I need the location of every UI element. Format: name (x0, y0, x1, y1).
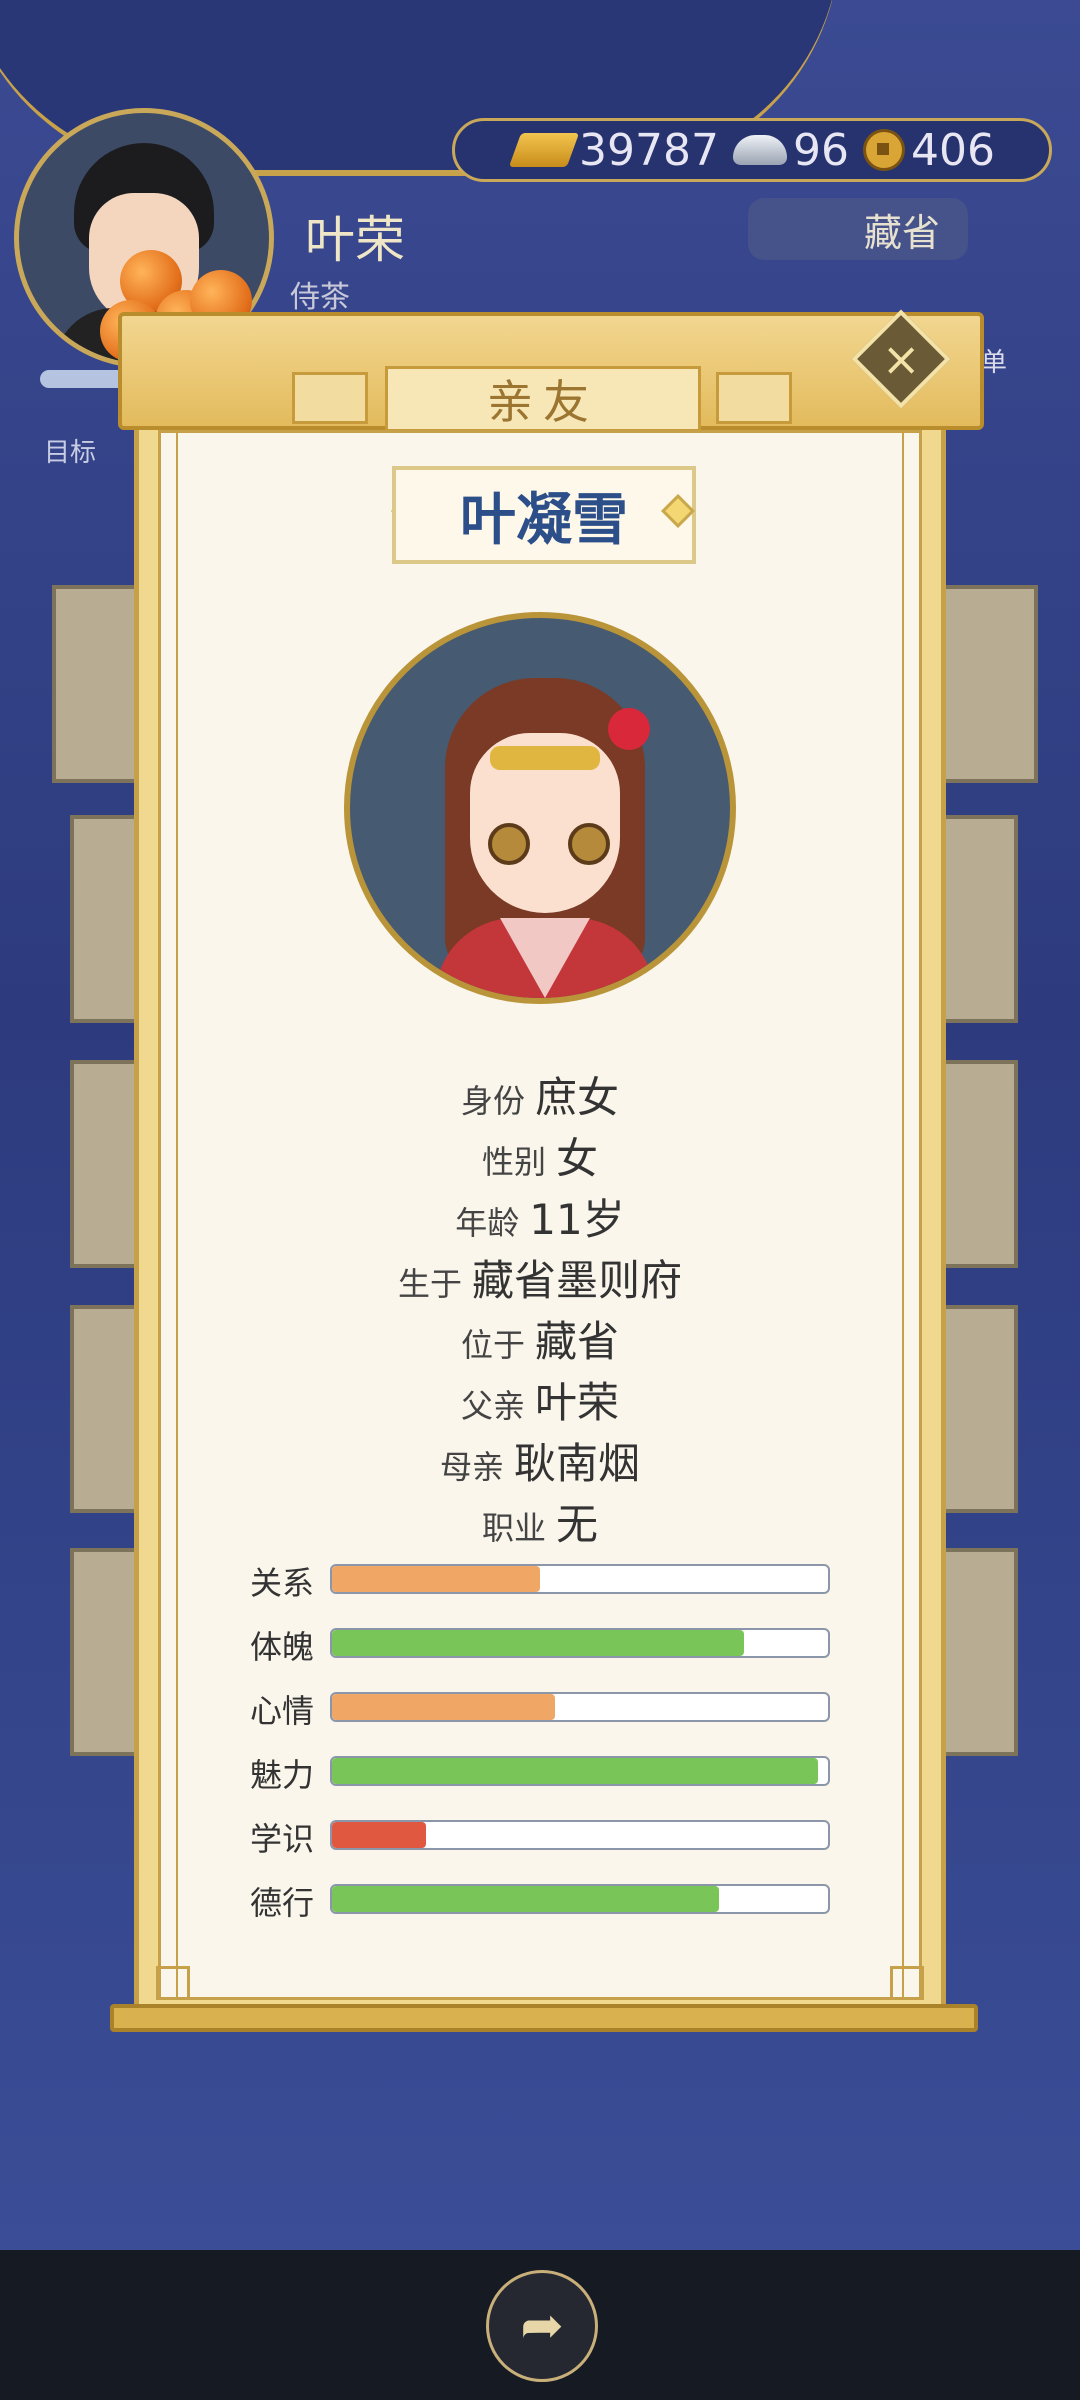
info-gender: 性别女 (481, 1134, 599, 1183)
stat-bar (330, 1692, 830, 1722)
share-button[interactable]: ➦ (486, 2270, 598, 2382)
stat-knowledge: 学识 (250, 1820, 830, 1858)
stat-bar (330, 1884, 830, 1914)
silver-amount: 96 (792, 124, 849, 176)
character-name: 叶凝雪 (392, 466, 696, 564)
gold-amount: 39787 (579, 124, 719, 176)
stat-fill (332, 1566, 541, 1592)
gold-ingot-icon (508, 133, 580, 167)
info-mother: 母亲 耿南烟 (439, 1439, 641, 1488)
stat-fill (332, 1822, 427, 1848)
corner-ornament (156, 1966, 190, 2000)
info-birthplace: 生于 藏省墨则府 (397, 1256, 683, 1305)
stat-fill (332, 1886, 719, 1912)
modal-title: 亲友 (385, 366, 701, 432)
player-title: 侍茶 (290, 280, 350, 315)
location-button[interactable]: 藏省 (748, 198, 968, 260)
stat-virtue: 德行 (250, 1884, 830, 1922)
character-portrait (344, 612, 736, 1004)
player-name: 叶荣 (305, 211, 405, 269)
stat-physique: 体魄 (250, 1628, 830, 1666)
info-location: 位于 藏省 (460, 1317, 620, 1366)
scroll-rod (110, 2004, 978, 2032)
share-icon: ➦ (520, 2296, 564, 2356)
coin-amount: 406 (910, 124, 995, 176)
header-ornament (292, 372, 368, 424)
stat-mood: 心情 (250, 1692, 830, 1730)
stat-bar (330, 1756, 830, 1786)
stat-bar (330, 1564, 830, 1594)
currency-bar: 39787 96 406 (452, 118, 1052, 182)
target-label[interactable]: 目标 (44, 432, 96, 469)
stat-fill (332, 1630, 744, 1656)
corner-ornament (890, 1966, 924, 2000)
stat-relationship: 关系 (250, 1564, 830, 1602)
silver-ingot-icon (732, 135, 787, 165)
coin-currency: 406 (862, 124, 995, 176)
info-identity: 身份 庶女 (460, 1073, 620, 1122)
coin-icon (862, 129, 905, 171)
info-father: 父亲 叶荣 (460, 1378, 620, 1427)
header-ornament (716, 372, 792, 424)
close-icon: × (881, 331, 921, 386)
stat-charm: 魅力 (250, 1756, 830, 1794)
stat-fill (332, 1758, 819, 1784)
info-age: 年龄 11岁 (455, 1195, 625, 1244)
stat-bar (330, 1820, 830, 1850)
silver-currency: 96 (732, 124, 849, 176)
gold-currency: 39787 (508, 124, 719, 176)
info-occupation: 职业无 (481, 1500, 599, 1549)
location-label: 藏省 (863, 210, 940, 255)
stat-fill (332, 1694, 556, 1720)
stat-bar (330, 1628, 830, 1658)
